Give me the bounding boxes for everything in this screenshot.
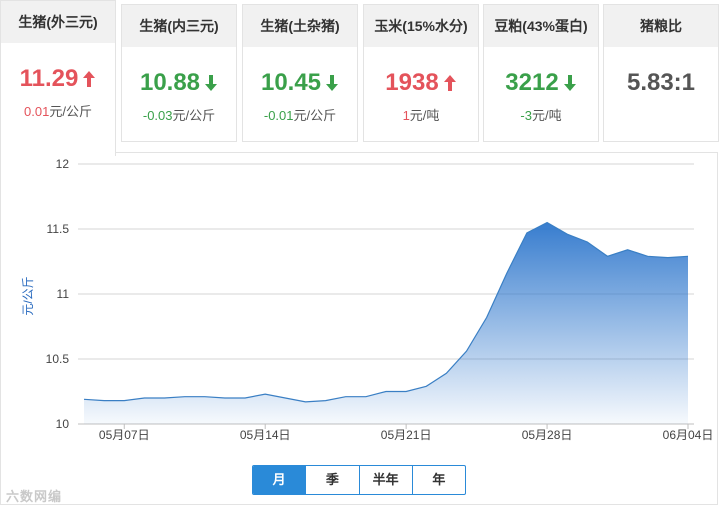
- price-chart: 10 10.5 11 11.5 12 05月07日 05月14日 05月21日 05月28日 0…: [21, 157, 714, 442]
- range-tab-2[interactable]: 半年: [358, 466, 412, 494]
- card-change-amount: 0.01: [24, 104, 50, 119]
- card-value: 1938: [364, 69, 478, 97]
- data-point-05/19[interactable]: [360, 391, 372, 403]
- data-point-06/01[interactable]: [622, 244, 634, 256]
- y-tick-label: 12: [56, 157, 70, 171]
- range-tab-1[interactable]: 季: [305, 466, 358, 494]
- y-axis-label: 元/公斤: [21, 276, 35, 315]
- chart-panel: 10 10.5 11 11.5 12 05月07日 05月14日 05月21日 05月28日 0…: [0, 152, 718, 505]
- card-value-number: 3212: [505, 69, 559, 96]
- x-tick-label: 06月04日: [663, 428, 714, 442]
- data-point-05/22[interactable]: [420, 380, 432, 392]
- x-tick-label: 05月21日: [381, 428, 432, 442]
- data-point-05/18[interactable]: [340, 391, 352, 403]
- price-card-0[interactable]: 生猪(外三元) 11.29 0.01元/公斤: [0, 0, 116, 156]
- data-point-06/04[interactable]: [682, 250, 694, 262]
- data-point-05/30[interactable]: [581, 236, 593, 248]
- watermark: 六数网编: [6, 489, 63, 504]
- card-change-unit: 元/吨: [531, 108, 562, 123]
- data-point-05/10[interactable]: [179, 391, 191, 403]
- x-tick-label: 05月28日: [522, 428, 573, 442]
- data-point-05/06[interactable]: [98, 395, 110, 407]
- data-point-05/11[interactable]: [199, 391, 211, 403]
- data-point-05/14[interactable]: [259, 388, 271, 400]
- y-tick-label: 11: [57, 287, 70, 301]
- y-tick-label: 10.5: [46, 352, 70, 366]
- data-point-05/29[interactable]: [561, 228, 573, 240]
- card-value: 3212: [484, 69, 598, 97]
- card-value-number: 1938: [385, 69, 439, 96]
- card-change-amount: -0.01: [263, 108, 294, 123]
- data-point-05/08[interactable]: [138, 392, 150, 404]
- data-point-05/27[interactable]: [521, 227, 533, 239]
- card-change: -3元/吨: [484, 105, 598, 124]
- price-card-1[interactable]: 生猪(内三元) 10.88 -0.03元/公斤: [121, 4, 237, 142]
- data-point-05/09[interactable]: [159, 392, 171, 404]
- data-point-05/26[interactable]: [501, 267, 513, 279]
- card-change: 1元/吨: [364, 105, 478, 124]
- arrow-up-icon: [83, 71, 96, 87]
- data-point-05/25[interactable]: [481, 311, 493, 323]
- card-change: 0.01元/公斤: [1, 101, 115, 120]
- data-point-06/02[interactable]: [642, 250, 654, 262]
- card-value-number: 5.83:1: [626, 69, 696, 96]
- data-point-05/13[interactable]: [239, 392, 251, 404]
- card-change: -0.03元/公斤: [122, 105, 236, 124]
- card-title: 玉米(15%水分): [364, 5, 478, 47]
- data-point-05/15[interactable]: [279, 392, 291, 404]
- y-tick-label: 10: [56, 417, 70, 431]
- card-value-number: 10.45: [260, 69, 322, 96]
- arrow-down-icon: [326, 75, 339, 91]
- card-value: 10.45: [243, 69, 357, 97]
- card-change-unit: 元/公斤: [293, 108, 337, 123]
- card-change-amount: 1: [402, 108, 410, 123]
- data-point-05/24[interactable]: [461, 345, 473, 357]
- card-title: 猪粮比: [604, 5, 718, 47]
- card-value-number: 10.88: [139, 69, 201, 96]
- price-card-2[interactable]: 生猪(土杂猪) 10.45 -0.01元/公斤: [242, 4, 358, 142]
- card-title: 生猪(土杂猪): [243, 5, 357, 47]
- card-change-amount: -0.03: [142, 108, 173, 123]
- card-title: 豆粕(43%蛋白): [484, 5, 598, 47]
- y-tick-label: 11.5: [47, 222, 70, 236]
- data-point-05/16[interactable]: [299, 396, 311, 408]
- card-title: 生猪(外三元): [1, 1, 115, 43]
- arrow-up-icon: [443, 75, 456, 91]
- price-card-5[interactable]: 猪粮比 5.83:1: [603, 4, 719, 142]
- data-point-05/20[interactable]: [380, 386, 392, 398]
- data-point-05/12[interactable]: [219, 392, 231, 404]
- card-change-amount: -3: [520, 108, 532, 123]
- data-point-05/28[interactable]: [541, 217, 553, 229]
- range-tab-3[interactable]: 年: [411, 466, 465, 494]
- x-tick-label: 05月07日: [99, 428, 150, 442]
- data-point-05/17[interactable]: [320, 395, 332, 407]
- card-change-unit: 元/吨: [409, 108, 440, 123]
- x-tick-label: 05月14日: [240, 428, 291, 442]
- price-card-4[interactable]: 豆粕(43%蛋白) 3212 -3元/吨: [483, 4, 599, 142]
- range-tab-0[interactable]: 月: [253, 466, 306, 494]
- card-value: 11.29: [1, 65, 115, 93]
- price-card-3[interactable]: 玉米(15%水分) 1938 1元/吨: [363, 4, 479, 142]
- card-value: 5.83:1: [604, 69, 718, 97]
- arrow-down-icon: [563, 75, 576, 91]
- data-point-05/05[interactable]: [78, 393, 90, 405]
- data-point-05/23[interactable]: [440, 367, 452, 379]
- card-change-unit: 元/公斤: [49, 104, 92, 119]
- data-point-05/21[interactable]: [400, 386, 412, 398]
- range-tabs: 月季半年年: [252, 465, 466, 495]
- card-change: -0.01元/公斤: [243, 105, 357, 124]
- arrow-down-icon: [205, 75, 218, 91]
- price-cards: 生猪(外三元) 11.29 0.01元/公斤 生猪(内三元) 10.88 -0.03元/公…: [0, 0, 722, 156]
- data-point-05/31[interactable]: [601, 250, 613, 262]
- data-point-05/07[interactable]: [118, 395, 130, 407]
- card-value-number: 11.29: [19, 65, 79, 92]
- card-title: 生猪(内三元): [122, 5, 236, 47]
- data-point-06/03[interactable]: [662, 252, 674, 264]
- card-change-unit: 元/公斤: [172, 108, 216, 123]
- card-value: 10.88: [122, 69, 236, 97]
